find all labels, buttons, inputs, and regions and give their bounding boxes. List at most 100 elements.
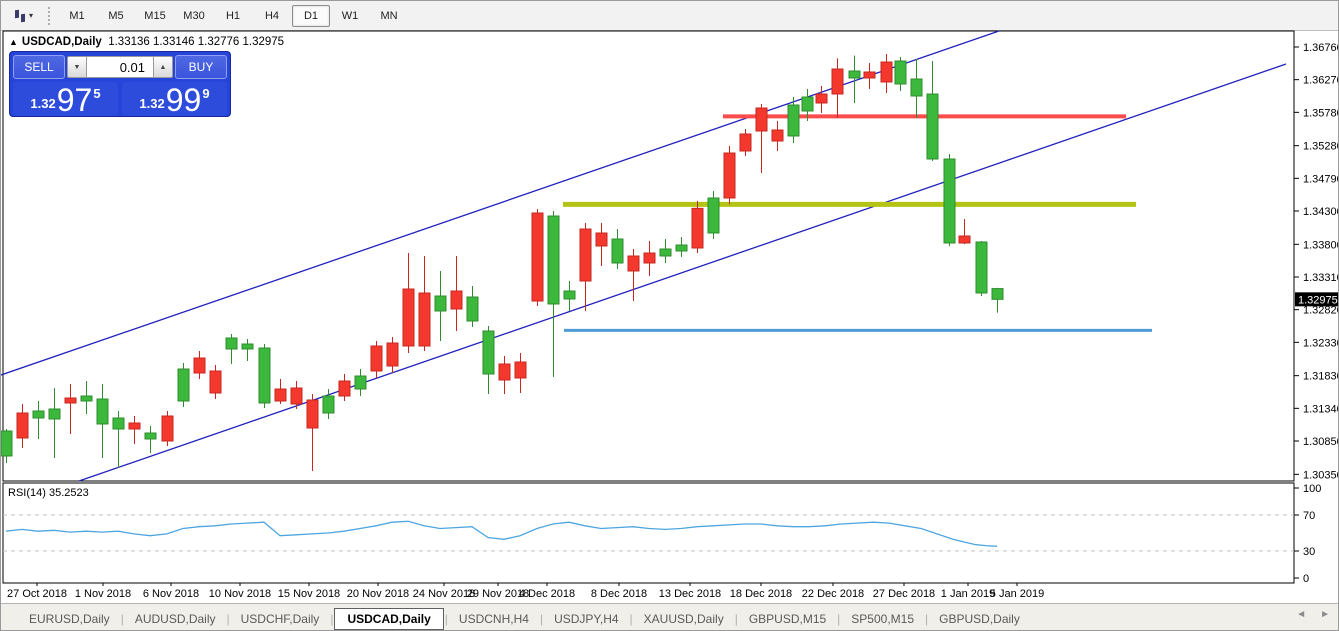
candle-body [692,208,703,248]
sell-price-pip-digit: 5 [93,86,100,101]
candle-body [339,381,350,396]
candle-body [435,296,446,311]
price-axis-label: 1.35780 [1303,107,1339,119]
date-axis-label: 6 Nov 2018 [143,588,199,600]
volume-input[interactable]: 0.01 [87,56,153,78]
candle-body [676,245,687,251]
candle-body [788,105,799,136]
date-axis-label: 10 Nov 2018 [209,588,271,600]
candle-body [129,423,140,429]
candle-body [881,62,892,82]
candle-body [451,291,462,309]
price-axis-label: 1.33800 [1303,239,1339,251]
buy-price-pip-digit: 9 [202,86,209,101]
candle-body [515,362,526,378]
date-axis-label: 8 Dec 2018 [591,588,647,600]
bid-price-tag-label: 1.32975 [1298,294,1338,306]
date-axis-label: 4 Dec 2018 [519,588,575,600]
candle-body [242,344,253,349]
sell-button[interactable]: SELL [13,55,65,79]
candle-body [162,416,173,441]
candle-body [959,236,970,243]
sell-price-big-digits: 97 [57,85,93,115]
candle-body [724,153,735,198]
date-axis-label: 27 Oct 2018 [7,588,67,600]
volume-increase-button[interactable]: ▲ [153,56,173,78]
buy-price-display[interactable]: 1.32 99 9 [122,82,227,116]
candle-body [145,433,156,439]
price-axis-label: 1.32820 [1303,305,1339,317]
candle-body [307,400,318,428]
buy-price-big-digits: 99 [166,85,202,115]
candle-body [644,253,655,263]
candle-body [323,396,334,413]
candle-body [499,364,510,380]
candle-body [944,159,955,243]
candle-body [113,418,124,429]
date-axis-label: 15 Nov 2018 [278,588,340,600]
candle-body [403,289,414,346]
price-axis-label: 1.34790 [1303,173,1339,185]
price-axis-label: 1.32330 [1303,337,1339,349]
candle-body [911,79,922,96]
candle-body [532,213,543,301]
price-axis-label: 1.36270 [1303,75,1339,87]
candle-body [194,358,205,373]
candle-body [992,289,1003,300]
candle-body [81,396,92,401]
candle-body [419,293,430,346]
date-axis-label: 5 Jan 2019 [990,588,1044,600]
price-axis-label: 1.35280 [1303,141,1339,153]
candle-body [291,388,302,404]
panel-collapse-icon[interactable]: ▲ [9,37,18,47]
candle-body [628,256,639,271]
chart-ohlc-values: 1.33136 1.33146 1.32776 1.32975 [108,36,284,48]
candle-body [660,249,671,256]
candle-body [596,233,607,246]
candle-body [65,398,76,403]
candle-body [756,108,767,131]
buy-button[interactable]: BUY [175,55,227,79]
volume-decrease-button[interactable]: ▼ [67,56,87,78]
sell-price-display[interactable]: 1.32 97 5 [13,82,118,116]
rsi-indicator-label: RSI(14) 35.2523 [8,487,89,499]
candle-body [612,239,623,263]
candle-body [371,346,382,371]
chart-title: ▲USDCAD,Daily 1.33136 1.33146 1.32776 1.… [9,36,284,48]
candle-body [976,242,987,293]
candle-body [226,338,237,349]
price-axis-label: 1.33310 [1303,272,1339,284]
rsi-axis-label: 70 [1303,510,1315,522]
candle-body [864,72,875,78]
rsi-axis-label: 100 [1303,483,1321,495]
candle-body [17,413,28,438]
price-axis-label: 1.31340 [1303,403,1339,415]
candle-body [387,343,398,366]
candle-body [895,61,906,84]
candle-body [849,71,860,78]
candle-body [740,134,751,151]
sell-price-prefix: 1.32 [30,96,55,111]
candle-body [210,371,221,393]
candle-body [97,399,108,424]
rsi-axis-label: 0 [1303,573,1309,585]
candle-body [708,198,719,233]
mt4-window: ▾ M1M5M15M30H1H4D1W1MN 1.367601.362701.3… [0,0,1339,631]
date-axis-label: 13 Dec 2018 [659,588,721,600]
date-axis-label: 18 Dec 2018 [730,588,792,600]
candle-body [564,291,575,299]
volume-stepper: ▼ 0.01 ▲ [67,56,173,78]
price-axis-label: 1.30850 [1303,436,1339,448]
candle-body [355,376,366,389]
date-axis-label: 1 Nov 2018 [75,588,131,600]
candle-body [802,97,813,111]
candle-body [49,409,60,419]
rsi-axis-label: 30 [1303,546,1315,558]
candle-body [832,69,843,94]
price-axis-label: 1.30350 [1303,469,1339,481]
rsi-plot-border [3,483,1294,583]
candle-body [580,229,591,281]
candle-body [275,389,286,401]
date-axis-label: 20 Nov 2018 [347,588,409,600]
candle-body [467,297,478,321]
